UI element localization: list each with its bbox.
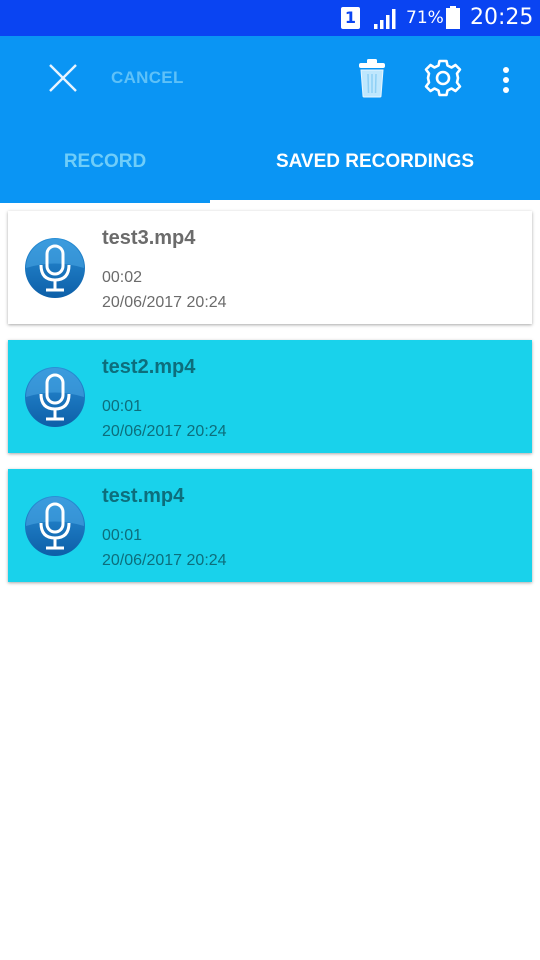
- recording-name: test.mp4: [102, 485, 185, 507]
- recording-duration: 00:01: [102, 398, 143, 415]
- sim-label: 1: [344, 8, 357, 27]
- signal-icon: [374, 9, 396, 29]
- microphone-icon: [25, 238, 85, 298]
- app-bar: CANCEL RECORD SAVED RECORDINGS: [0, 36, 540, 204]
- microphone-icon: [25, 496, 85, 556]
- recording-date: 20/06/2017 20:24: [102, 294, 227, 311]
- battery-icon: [446, 6, 460, 29]
- more-vert-icon[interactable]: [496, 62, 516, 98]
- status-bar: 1 71% 20:25: [0, 0, 540, 36]
- list-item[interactable]: test3.mp4 00:02 20/06/2017 20:24: [8, 211, 532, 324]
- list-item[interactable]: test.mp4 00:01 20/06/2017 20:24: [8, 469, 532, 582]
- recording-duration: 00:01: [102, 527, 143, 544]
- list-item[interactable]: test2.mp4 00:01 20/06/2017 20:24: [8, 340, 532, 453]
- recording-date: 20/06/2017 20:24: [102, 552, 227, 569]
- recording-duration: 00:02: [102, 269, 143, 286]
- microphone-icon: [25, 367, 85, 427]
- close-icon[interactable]: [45, 60, 81, 96]
- sim-card-icon: 1: [341, 7, 360, 29]
- tab-record[interactable]: RECORD: [0, 136, 210, 196]
- tab-saved-recordings[interactable]: SAVED RECORDINGS: [210, 136, 540, 196]
- tab-indicator: [210, 200, 540, 204]
- recording-date: 20/06/2017 20:24: [102, 423, 227, 440]
- trash-icon[interactable]: [356, 58, 388, 98]
- recording-name: test3.mp4: [102, 227, 196, 249]
- battery-percent: 71%: [406, 8, 444, 28]
- clock: 20:25: [470, 5, 534, 30]
- gear-icon[interactable]: [423, 58, 463, 98]
- recording-name: test2.mp4: [102, 356, 196, 378]
- cancel-button[interactable]: CANCEL: [111, 68, 184, 88]
